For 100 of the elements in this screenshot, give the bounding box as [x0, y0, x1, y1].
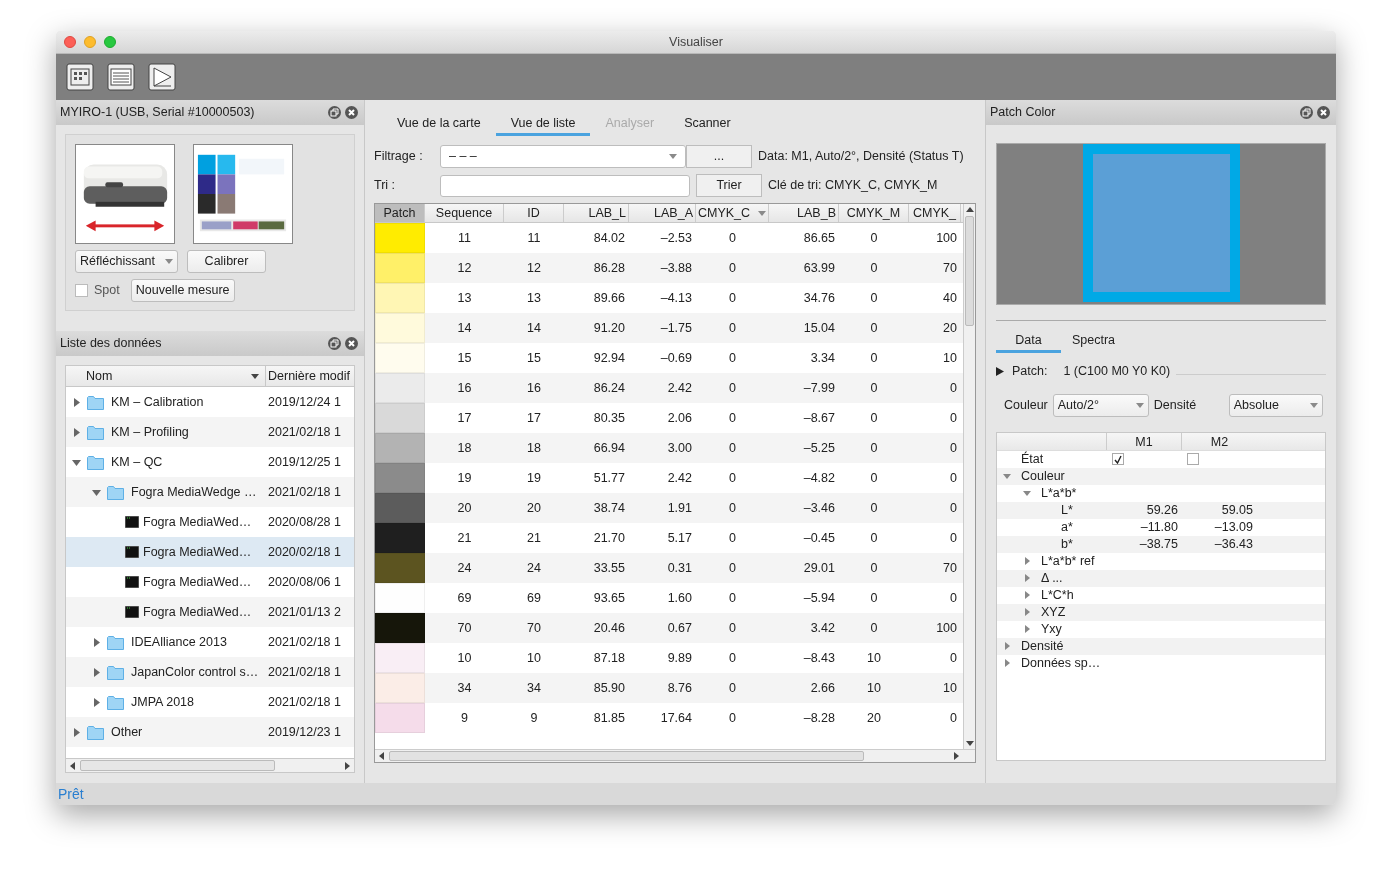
- tree-row[interactable]: JapanColor control s… 2021/02/18 1: [66, 657, 354, 687]
- mode-dropdown[interactable]: Réfléchissant: [75, 250, 178, 273]
- table-cell: 0.67: [667, 620, 692, 635]
- tree-row[interactable]: Fogra MediaWedge … 2021/02/18 1: [66, 477, 354, 507]
- scroll-thumb[interactable]: [965, 216, 974, 326]
- column-header[interactable]: CMYK_M: [839, 204, 909, 222]
- scroll-thumb[interactable]: [80, 760, 275, 771]
- table-cell: 0: [729, 500, 736, 515]
- row-label: L*: [1061, 501, 1073, 519]
- horizontal-scrollbar[interactable]: [375, 749, 975, 762]
- table-cell: 0: [870, 260, 878, 275]
- table-cell: 86.24: [593, 380, 625, 395]
- folder-icon: [107, 664, 124, 680]
- tab[interactable]: Vue de liste: [495, 114, 591, 136]
- row-label: a*: [1061, 518, 1073, 536]
- tree-row[interactable]: Fogra MediaWed… 2020/02/18 1: [66, 537, 354, 567]
- chart-icon[interactable]: [66, 63, 94, 91]
- checkbox[interactable]: [1112, 453, 1124, 466]
- scroll-right-icon[interactable]: [342, 761, 352, 770]
- column-header[interactable]: Dernière modif: [266, 366, 350, 386]
- table-cell: 21.70: [593, 530, 625, 545]
- table-cell: 16: [457, 380, 472, 395]
- density-dropdown[interactable]: Absolue: [1228, 393, 1323, 417]
- table-cell: –3.88: [660, 260, 692, 275]
- row-label: Couleur: [1021, 467, 1065, 485]
- expand-icon[interactable]: [92, 697, 101, 707]
- more-button[interactable]: ...: [686, 145, 752, 168]
- restore-icon[interactable]: [328, 106, 341, 119]
- restore-icon[interactable]: [1300, 106, 1313, 119]
- item-name: KM – Calibration: [111, 393, 204, 411]
- table-cell-text: 59.26: [1146, 501, 1178, 519]
- table-cell: 63.99: [803, 260, 835, 275]
- tab[interactable]: Data: [996, 331, 1061, 353]
- expand-icon[interactable]: [996, 366, 1004, 376]
- tab[interactable]: Spectra: [1061, 331, 1126, 353]
- tab[interactable]: Scanner: [669, 114, 746, 136]
- column-header[interactable]: Nom: [86, 366, 113, 386]
- list-icon[interactable]: [107, 63, 135, 91]
- table-cell: –1.75: [660, 320, 692, 335]
- table-cell: 1.91: [667, 500, 692, 515]
- expand-icon[interactable]: [92, 637, 101, 647]
- close-icon[interactable]: [345, 337, 358, 350]
- table-cell: 17: [527, 410, 541, 425]
- horizontal-scrollbar[interactable]: [66, 758, 354, 772]
- collapse-icon[interactable]: [72, 457, 81, 467]
- sort-field[interactable]: [440, 174, 690, 197]
- column-header[interactable]: Sequence: [425, 204, 504, 222]
- table-cell: 0: [729, 650, 736, 665]
- scroll-right-icon[interactable]: [951, 752, 961, 760]
- expand-icon[interactable]: [72, 397, 81, 407]
- table-cell: –5.94: [803, 590, 835, 605]
- table-cell-text: –13.09: [1214, 518, 1253, 536]
- scroll-up-icon[interactable]: [965, 205, 974, 215]
- table-cell: 20: [457, 500, 472, 515]
- table-cell: 69: [527, 590, 541, 605]
- table-cell: –8.43: [803, 650, 835, 665]
- item-date: 2021/01/13 2: [267, 603, 341, 621]
- sort-info: Clé de tri: CMYK_C, CMYK_M: [768, 177, 938, 195]
- column-header[interactable]: LAB_L: [564, 204, 629, 222]
- close-icon[interactable]: [345, 106, 358, 119]
- row-label: Densité: [1021, 637, 1064, 655]
- restore-icon[interactable]: [328, 337, 341, 350]
- vertical-scrollbar[interactable]: [963, 204, 975, 749]
- column-header[interactable]: CMYK_: [909, 204, 961, 222]
- color-dropdown[interactable]: Auto/2°: [1052, 393, 1149, 417]
- tab[interactable]: Vue de la carte: [382, 114, 496, 136]
- column-header[interactable]: LAB_A: [629, 204, 696, 222]
- filter-dropdown[interactable]: – – –: [440, 145, 686, 168]
- tree-row[interactable]: KM – Profiling 2021/02/18 1: [66, 417, 354, 447]
- scroll-thumb[interactable]: [389, 751, 864, 761]
- tree-row[interactable]: Fogra MediaWed… 2021/01/13 2: [66, 597, 354, 627]
- calibrate-button[interactable]: Calibrer: [187, 250, 266, 273]
- file-icon: [125, 516, 139, 528]
- checkbox[interactable]: [1187, 453, 1199, 466]
- table-cell: 19: [527, 470, 541, 485]
- table-cell: 86.65: [803, 230, 835, 245]
- column-header[interactable]: LAB_B: [769, 204, 839, 222]
- table-cell: 0: [870, 380, 878, 395]
- scroll-left-icon[interactable]: [377, 752, 387, 760]
- item-name: IDEAlliance 2013: [131, 633, 227, 651]
- table-cell: 14: [457, 320, 472, 335]
- close-icon[interactable]: [1317, 106, 1330, 119]
- collapse-icon[interactable]: [1003, 472, 1011, 481]
- collapse-icon[interactable]: [1023, 489, 1031, 498]
- patch-value: 1 (C100 M0 Y0 K0): [1063, 363, 1171, 380]
- column-header[interactable]: Patch: [375, 204, 425, 222]
- scroll-left-icon[interactable]: [68, 761, 78, 770]
- column-header[interactable]: CMYK_C: [696, 204, 769, 222]
- caret-icon: [669, 154, 677, 159]
- table-cell: 0: [729, 590, 736, 605]
- row-label: Yxy: [1041, 620, 1062, 638]
- spot-checkbox[interactable]: [75, 284, 88, 297]
- tree-row[interactable]: Other 2019/12/23 1: [66, 717, 354, 747]
- close-button[interactable]: [64, 36, 76, 48]
- table-cell: 11: [458, 230, 471, 245]
- sort-button[interactable]: Trier: [696, 174, 762, 197]
- scroll-down-icon[interactable]: [965, 738, 974, 748]
- column-header[interactable]: ID: [504, 204, 564, 222]
- collapse-icon[interactable]: [92, 487, 101, 497]
- new-measure-button[interactable]: Nouvelle mesure: [130, 279, 235, 302]
